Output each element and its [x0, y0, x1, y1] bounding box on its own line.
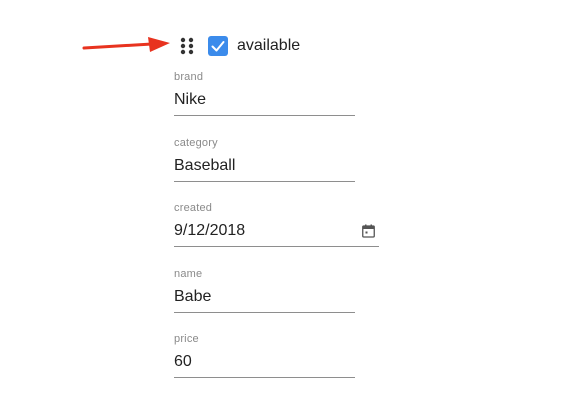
calendar-icon[interactable] [362, 224, 375, 238]
name-field: name Babe [174, 267, 355, 313]
drag-handle-icon[interactable] [178, 36, 196, 56]
created-value: 9/12/2018 [174, 222, 246, 239]
created-input[interactable]: 9/12/2018 [174, 221, 379, 241]
price-underline [174, 377, 355, 378]
name-underline [174, 312, 355, 313]
brand-field: brand Nike [174, 70, 355, 116]
form-page: available brand Nike category Baseball c… [0, 0, 585, 411]
category-label: category [174, 137, 218, 149]
category-field: category Baseball [174, 136, 355, 182]
category-input[interactable]: Baseball [174, 156, 355, 176]
available-checkbox-row[interactable]: available [208, 34, 300, 58]
name-label: name [174, 268, 203, 280]
check-icon [211, 41, 225, 52]
price-label: price [174, 333, 199, 345]
created-field: created 9/12/2018 [174, 201, 379, 247]
price-field: price 60 [174, 332, 355, 378]
category-underline [174, 181, 355, 182]
created-underline [174, 246, 379, 247]
name-value: Babe [174, 288, 212, 305]
price-input[interactable]: 60 [174, 352, 355, 372]
created-label: created [174, 202, 213, 214]
brand-value: Nike [174, 91, 207, 108]
brand-label: brand [174, 71, 204, 83]
price-value: 60 [174, 353, 192, 370]
brand-underline [174, 115, 355, 116]
available-label: available [237, 37, 301, 54]
brand-input[interactable]: Nike [174, 90, 355, 110]
category-value: Baseball [174, 157, 236, 174]
available-checkbox[interactable] [208, 36, 228, 56]
name-input[interactable]: Babe [174, 287, 355, 307]
red-arrow-icon [82, 37, 170, 52]
